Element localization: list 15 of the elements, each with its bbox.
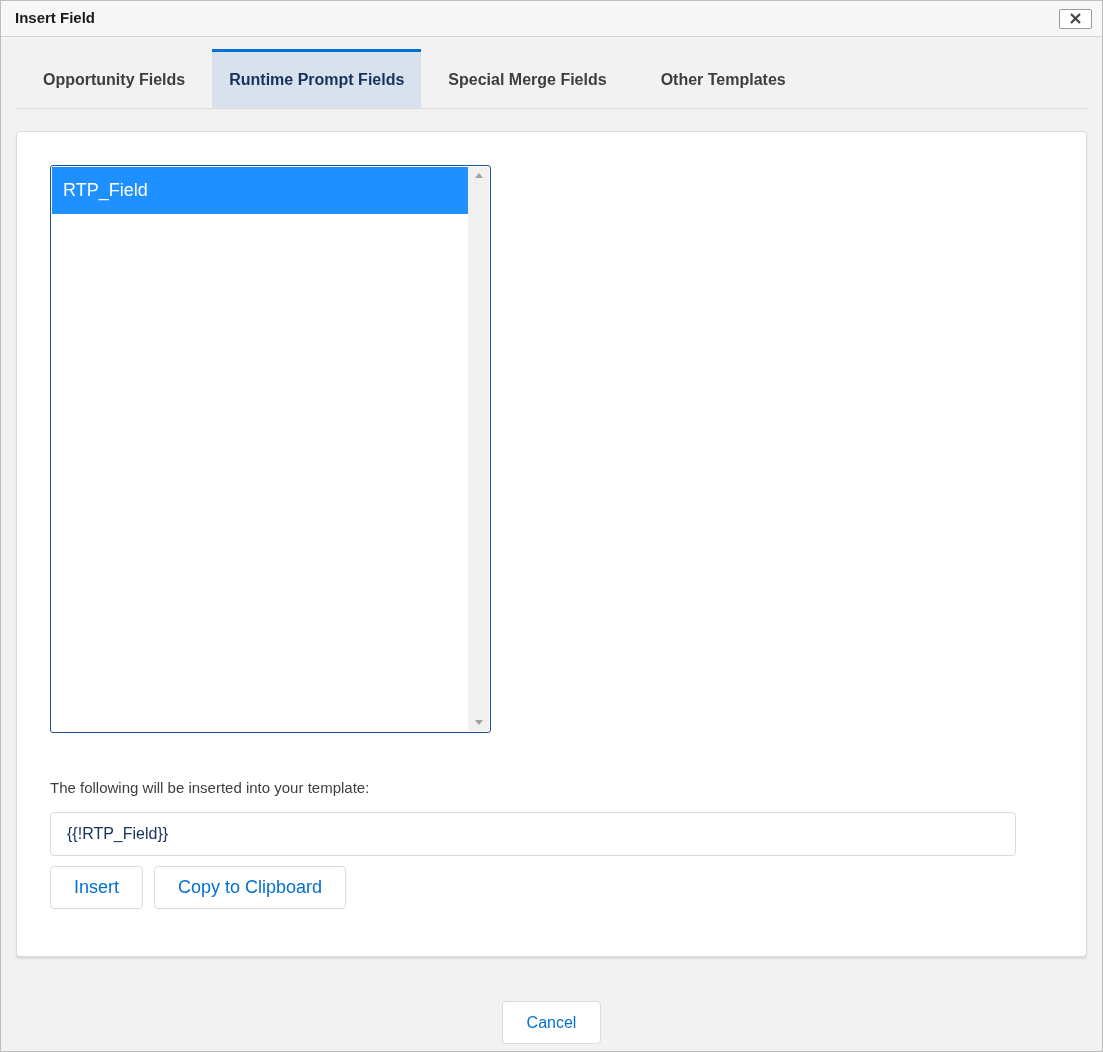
cancel-button[interactable]: Cancel [502, 1001, 601, 1044]
action-button[interactable]: Insert [50, 865, 144, 909]
merge-field-input[interactable]: {{!RTP_Field}} [50, 811, 1016, 856]
action-button[interactable]: Copy to Clipboard [154, 865, 347, 909]
close-button[interactable] [1059, 8, 1092, 29]
tab[interactable]: Runtime Prompt Fields [212, 49, 422, 108]
tab[interactable]: Special Merge Fields [431, 49, 624, 108]
preview-label: The following will be inserted into your template: [50, 778, 371, 798]
tab[interactable]: Other Templates [643, 49, 803, 108]
tab[interactable]: Opportunity Fields [26, 49, 203, 108]
scroll-down-icon[interactable] [474, 720, 483, 725]
scroll-up-icon[interactable] [474, 173, 483, 178]
scrollbar[interactable] [468, 167, 489, 731]
close-icon [1070, 13, 1081, 24]
window-title: Insert Field [15, 8, 96, 29]
